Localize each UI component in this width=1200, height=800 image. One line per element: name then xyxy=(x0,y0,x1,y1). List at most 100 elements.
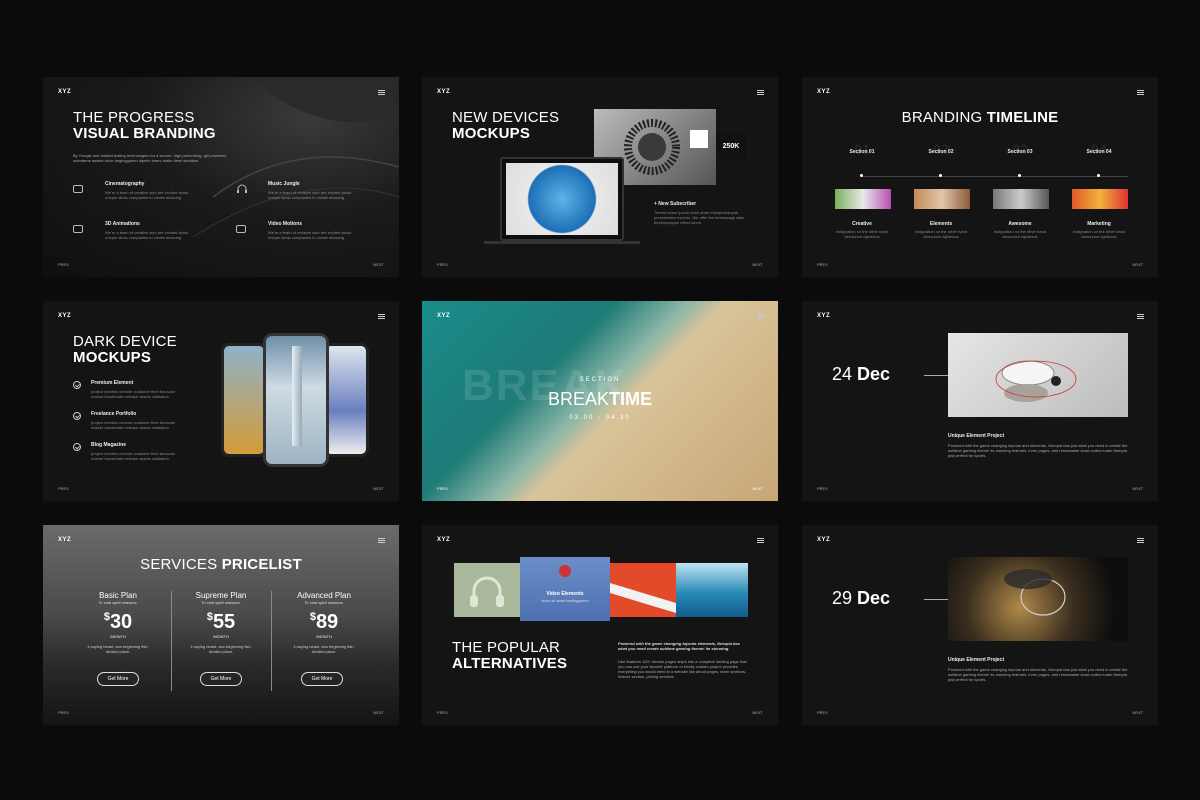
stat-value: 250K xyxy=(716,134,746,160)
next-button[interactable]: NEXT xyxy=(373,486,384,491)
project-heading: Unique Element Project xyxy=(948,657,1005,663)
item-title: Blog Magazine xyxy=(91,442,127,448)
next-button[interactable]: NEXT xyxy=(1132,262,1143,267)
laptop-screen-image xyxy=(506,163,618,235)
next-button[interactable]: NEXT xyxy=(373,710,384,715)
intro-text: By Google and related testing technologi… xyxy=(73,153,226,163)
creative-image xyxy=(835,189,891,209)
feature-title: Cinematography xyxy=(105,181,145,187)
prev-button[interactable]: PREV xyxy=(437,486,448,491)
brand-logo: XYZ xyxy=(437,89,451,95)
brand-logo: XYZ xyxy=(58,537,72,543)
feature-desc: We're a team of creative who are excited… xyxy=(268,230,352,240)
brand-logo: XYZ xyxy=(817,537,831,543)
subscriber-title: + New Subscriber xyxy=(654,201,697,207)
awesome-image xyxy=(993,189,1049,209)
brand-logo: XYZ xyxy=(437,313,451,319)
timeline-item: 04 Section 04 Marketing Indignation on t… xyxy=(1069,139,1129,239)
menu-icon[interactable] xyxy=(378,538,385,543)
feature-desc: We're a team of creative who are excited… xyxy=(105,190,189,200)
tape-image xyxy=(610,563,676,617)
card-subtitle: dolor sit amet beringgueen xyxy=(541,598,589,603)
slide-date-29[interactable]: XYZ 29 Dec Unique Element Project Powere… xyxy=(802,525,1158,725)
slide-title: BREAKTIME xyxy=(547,389,653,409)
brand-logo: XYZ xyxy=(817,89,831,95)
timeline-item: 01 Section 01 Creative Indignation on th… xyxy=(832,139,892,239)
slide-title: THE PROGRESS VISUAL BRANDING xyxy=(73,109,216,142)
item-title: Freelance Portfolio xyxy=(91,411,137,417)
next-button[interactable]: NEXT xyxy=(752,710,763,715)
break-time-range: 03.00 - 04.30 xyxy=(569,415,631,421)
lead-text: Powered with the game changing layouts e… xyxy=(618,641,740,651)
feature-title: Music Jungle xyxy=(268,181,300,187)
menu-icon[interactable] xyxy=(1137,90,1144,95)
timeline-item: 03 Section 03 Awesome Indignation on the… xyxy=(990,139,1050,239)
qr-icon xyxy=(690,130,708,148)
body-text: Like features 100+ demos pages ships int… xyxy=(618,659,747,679)
laptop-base xyxy=(484,241,640,244)
subscriber-desc: Tereed lorem ipsum dolor amet memperbany… xyxy=(654,210,745,225)
menu-icon[interactable] xyxy=(1137,314,1144,319)
menu-icon[interactable] xyxy=(757,538,764,543)
menu-icon[interactable] xyxy=(378,314,385,319)
slide-title: THE POPULAR ALTERNATIVES xyxy=(452,639,568,672)
headphones-image xyxy=(454,563,520,617)
get-more-button[interactable]: Get More xyxy=(301,672,343,686)
slide-branding-timeline[interactable]: XYZ BRANDING TIMELINE 01 Section 01 Crea… xyxy=(802,77,1158,277)
next-button[interactable]: NEXT xyxy=(752,262,763,267)
prev-button[interactable]: PREV xyxy=(817,262,828,267)
prev-button[interactable]: PREV xyxy=(58,262,69,267)
next-button[interactable]: NEXT xyxy=(373,262,384,267)
slide-title: DARK DEVICE MOCKUPS xyxy=(73,333,177,366)
item-desc: project mentics venture customer then be… xyxy=(91,420,176,430)
layers-icon xyxy=(73,185,83,193)
feature-desc: We're a team of creative who are excited… xyxy=(268,190,352,200)
project-desc: Powered with the game changing layouts a… xyxy=(948,667,1128,682)
slide-pricelist[interactable]: XYZ SERVICES PRICELIST Basic Plan To voi… xyxy=(43,525,399,725)
phone-mockup-center xyxy=(263,333,329,467)
feature-desc: We're a team of creative who are excited… xyxy=(105,230,189,240)
item-desc: project mentics venture customer then be… xyxy=(91,389,176,399)
prev-button[interactable]: PREV xyxy=(437,262,448,267)
get-more-button[interactable]: Get More xyxy=(200,672,242,686)
menu-icon[interactable] xyxy=(757,90,764,95)
next-button[interactable]: NEXT xyxy=(1132,486,1143,491)
slide-title: BRANDING TIMELINE xyxy=(901,109,1059,126)
slide-dark-device[interactable]: XYZ DARK DEVICE MOCKUPS Premium Element … xyxy=(43,301,399,501)
project-heading: Unique Element Project xyxy=(948,433,1005,439)
brand-logo: XYZ xyxy=(58,313,72,319)
prev-button[interactable]: PREV xyxy=(817,486,828,491)
slide-visual-branding[interactable]: XYZ THE PROGRESS VISUAL BRANDING By Goog… xyxy=(43,77,399,277)
video-elements-card: Video Elements dolor sit amet beringguee… xyxy=(520,557,610,621)
prev-button[interactable]: PREV xyxy=(437,710,448,715)
item-title: Premium Element xyxy=(91,380,134,386)
project-desc: Powered with the game changing layouts a… xyxy=(948,443,1128,458)
prev-button[interactable]: PREV xyxy=(817,710,828,715)
prev-button[interactable]: PREV xyxy=(58,486,69,491)
slide-new-devices[interactable]: XYZ NEW DEVICES MOCKUPS 250K + New Subsc… xyxy=(422,77,778,277)
pricing-card: Supreme Plan To void spirit seasons. $55… xyxy=(190,591,252,654)
next-button[interactable]: NEXT xyxy=(752,486,763,491)
phone-mockup-left xyxy=(221,343,267,457)
menu-icon[interactable] xyxy=(1137,538,1144,543)
brand-logo: XYZ xyxy=(817,313,831,319)
cube-icon xyxy=(73,225,83,233)
slide-popular-alternatives[interactable]: XYZ Video Elements dolor sit amet bering… xyxy=(422,525,778,725)
slide-title: SERVICES PRICELIST xyxy=(140,556,302,573)
timeline-line xyxy=(862,176,1128,177)
event-date: 29 Dec xyxy=(832,588,891,608)
timeline-item: 02 Section 02 Elements Indignation on th… xyxy=(911,139,971,239)
product-render-image xyxy=(948,557,1128,641)
get-more-button[interactable]: Get More xyxy=(97,672,139,686)
pricing-card: Basic Plan To void spirit seasons. $30 /… xyxy=(87,591,149,654)
item-desc: project mentics venture customer then be… xyxy=(91,451,176,461)
check-icon xyxy=(73,412,81,420)
slide-date-24[interactable]: XYZ 24 Dec Unique Element Project Powere… xyxy=(802,301,1158,501)
menu-icon[interactable] xyxy=(757,314,764,319)
prev-button[interactable]: PREV xyxy=(58,710,69,715)
menu-icon[interactable] xyxy=(378,90,385,95)
feature-title: Video Motions xyxy=(268,221,303,227)
slide-break-time[interactable]: XYZ BREAK SECTION BREAKTIME 03.00 - 04.3… xyxy=(422,301,778,501)
next-button[interactable]: NEXT xyxy=(1132,710,1143,715)
feature-title: 3D Animations xyxy=(105,221,140,227)
